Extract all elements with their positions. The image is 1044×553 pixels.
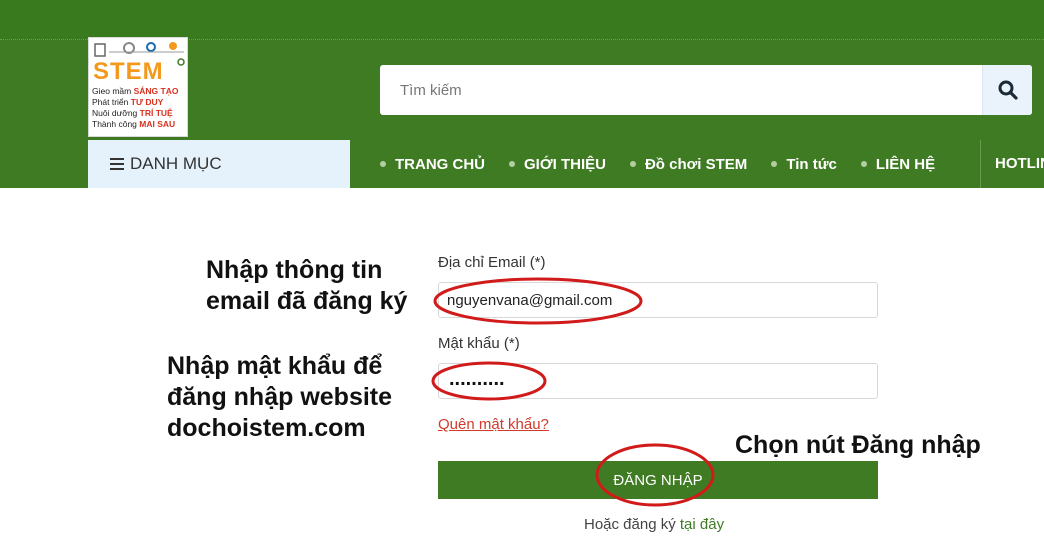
menu-icon (110, 158, 124, 170)
login-page: STEM Gieo mầm SÁNG TẠO Phát triển TƯ DUY… (0, 0, 1044, 553)
email-annotation: Nhập thông tin email đã đăng ký (206, 256, 408, 315)
nav-item-lien-he[interactable]: LIÊN HỆ (860, 156, 935, 173)
search-icon (998, 80, 1018, 100)
nav-item-trang-chu[interactable]: TRANG CHỦ (380, 156, 485, 173)
bullet-icon (629, 161, 636, 167)
bullet-icon (771, 161, 778, 167)
bullet-icon (509, 161, 515, 167)
nav-divider (980, 140, 981, 188)
bullet-icon (380, 161, 386, 167)
button-annotation: Chọn nút Đăng nhập (735, 431, 981, 459)
logo-tagline: Gieo mầm SÁNG TẠO Phát triển TƯ DUY Nuôi… (92, 86, 187, 130)
top-bar (0, 0, 1044, 40)
site-logo[interactable]: STEM Gieo mầm SÁNG TẠO Phát triển TƯ DUY… (88, 37, 188, 137)
search-button[interactable] (982, 65, 1032, 115)
category-menu-label: DANH MỤC (130, 154, 222, 173)
main-nav: TRANG CHỦ GIỚI THIỆU Đồ chơi STEM Tin tứ… (380, 140, 959, 188)
email-field[interactable]: nguyenvana@gmail.com (438, 282, 878, 318)
hotline-label[interactable]: HOTLINE (995, 155, 1044, 172)
tagline-line: Thành công MAI SAU (92, 119, 176, 129)
search-bar (380, 65, 1032, 115)
password-label: Mật khẩu (*) (438, 335, 520, 352)
login-button[interactable]: ĐĂNG NHẬP (438, 461, 878, 499)
password-field[interactable]: .......... (438, 363, 878, 399)
register-prompt: Hoặc đăng ký tại đây (584, 516, 725, 533)
logo-wordmark: STEM (93, 58, 164, 85)
search-input[interactable] (380, 65, 980, 115)
tagline-line: Phát triển TƯ DUY (92, 97, 164, 107)
tagline-line: Nuôi dưỡng TRÍ TUỆ (92, 108, 173, 118)
email-label: Địa chỉ Email (*) (438, 254, 546, 271)
register-link[interactable]: tại đây (680, 516, 724, 533)
password-annotation: Nhập mật khẩu để đăng nhập website docho… (167, 352, 393, 442)
nav-item-tin-tuc[interactable]: Tin tức (771, 156, 837, 173)
forgot-password-link[interactable]: Quên mật khẩu? (438, 416, 549, 433)
email-value: nguyenvana@gmail.com (447, 292, 613, 309)
nav-item-do-choi-stem[interactable]: Đồ chơi STEM (629, 156, 747, 173)
password-mask: .......... (449, 368, 505, 390)
tagline-line: Gieo mầm SÁNG TẠO (92, 86, 179, 96)
nav-item-gioi-thieu[interactable]: GIỚI THIỆU (509, 156, 606, 173)
category-menu-button[interactable]: DANH MỤC (88, 140, 350, 188)
bullet-icon (860, 161, 867, 167)
